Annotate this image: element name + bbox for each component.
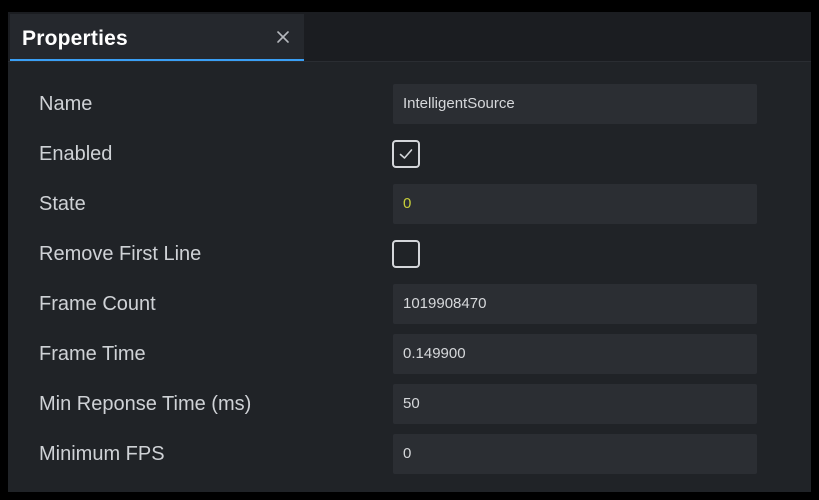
property-value: 50 [403,395,420,412]
property-label: Min Reponse Time (ms) [39,393,252,415]
minimum-fps-field[interactable]: 0 [393,434,757,474]
frame-time-field[interactable]: 0.149900 [393,334,757,374]
close-icon[interactable] [272,26,294,48]
property-row-state: State 0 [8,184,811,224]
property-label: Name [39,93,93,115]
property-row-min-response-time: Min Reponse Time (ms) 50 [8,384,811,424]
window-frame: Properties Name IntelligentSource Enable… [0,0,819,500]
property-row-name: Name IntelligentSource [8,84,811,124]
property-row-minimum-fps: Minimum FPS 0 [8,434,811,474]
frame-count-field[interactable]: 1019908470 [393,284,757,324]
min-response-time-field[interactable]: 50 [393,384,757,424]
property-label: Frame Time [39,343,146,365]
state-field[interactable]: 0 [393,184,757,224]
properties-panel: Properties Name IntelligentSource Enable… [8,12,811,492]
checkmark-icon [399,149,413,159]
property-label: State [39,193,86,215]
name-field[interactable]: IntelligentSource [393,84,757,124]
property-row-frame-count: Frame Count 1019908470 [8,284,811,324]
remove-first-line-checkbox[interactable] [392,240,420,268]
property-value: IntelligentSource [403,95,515,112]
property-label: Remove First Line [39,243,202,265]
tab-properties[interactable]: Properties [10,14,304,61]
property-value: 0 [403,195,412,212]
tab-bar: Properties [8,12,811,62]
property-label: Minimum FPS [39,443,165,465]
property-row-remove-first-line: Remove First Line [8,234,811,274]
property-value: 1019908470 [403,295,487,312]
property-label: Enabled [39,143,113,165]
property-label: Frame Count [39,293,156,315]
property-value: 0 [403,445,412,462]
property-value: 0.149900 [403,345,466,362]
property-row-frame-time: Frame Time 0.149900 [8,334,811,374]
property-row-enabled: Enabled [8,134,811,174]
enabled-checkbox[interactable] [392,140,420,168]
tab-title: Properties [22,27,128,50]
